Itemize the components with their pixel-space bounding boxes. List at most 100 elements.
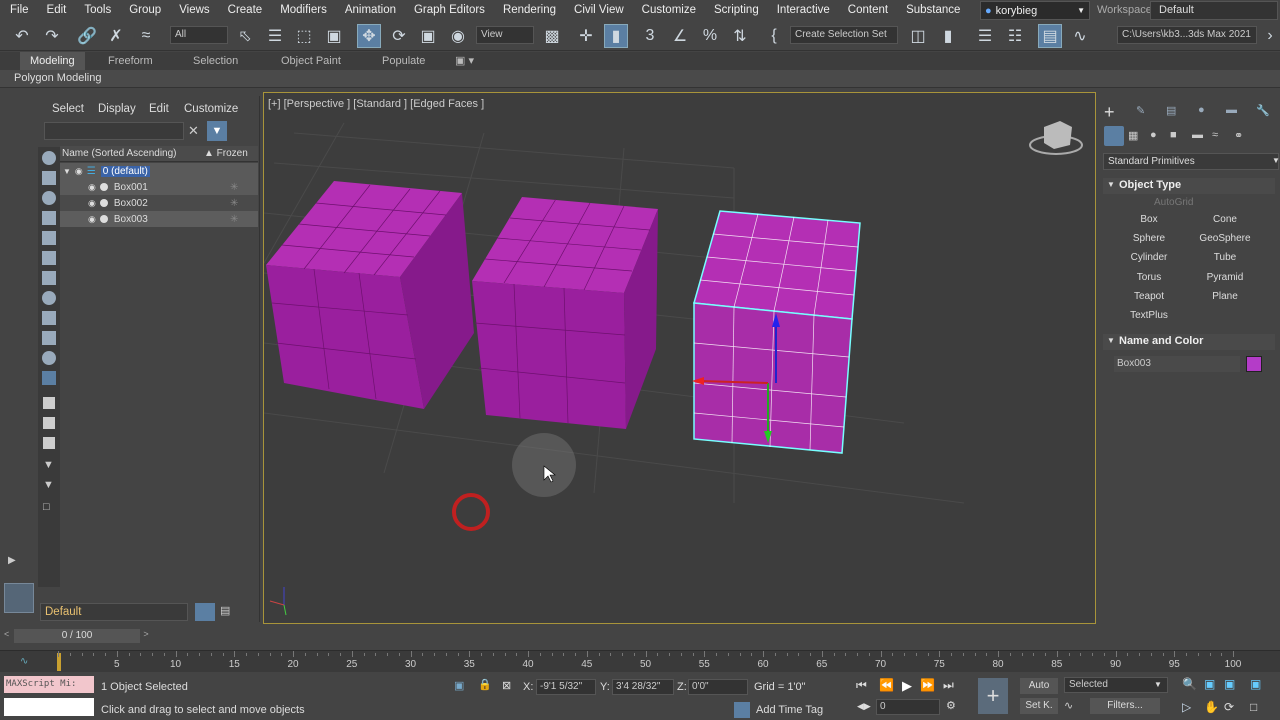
field-of-view-icon[interactable]: ▷ xyxy=(1182,700,1191,714)
display-helpers-icon[interactable] xyxy=(42,271,56,285)
menu-views[interactable]: Views xyxy=(170,0,218,21)
freeze-icon[interactable]: ✳ xyxy=(230,182,238,193)
perspective-viewport[interactable]: [+] [Perspective ] [Standard ] [Edged Fa… xyxy=(263,92,1096,624)
object-type-rollout[interactable]: ▼ Object Type xyxy=(1103,178,1275,194)
viewport-layout-icon[interactable] xyxy=(4,583,34,613)
zoom-icon[interactable]: 🔍 xyxy=(1182,677,1197,691)
helpers-icon[interactable]: ▬ xyxy=(1192,129,1203,141)
menu-animation[interactable]: Animation xyxy=(336,0,405,21)
menu-file[interactable]: File xyxy=(0,0,38,21)
unlink-icon[interactable]: ✗ xyxy=(104,24,128,48)
eye-icon[interactable]: ◉ xyxy=(88,214,96,225)
geometry-icon[interactable] xyxy=(1104,126,1124,146)
zoom-extents-icon[interactable]: ▣ xyxy=(1224,677,1235,691)
teapot-button[interactable]: Teapot xyxy=(1118,289,1180,305)
autogrid-checkbox[interactable]: AutoGrid xyxy=(1154,197,1193,208)
percent-snap-icon[interactable]: % xyxy=(698,24,722,48)
box002[interactable] xyxy=(472,197,658,429)
close-icon[interactable]: ✕ xyxy=(188,123,199,139)
cameras-icon[interactable]: ■ xyxy=(1170,129,1177,141)
add-time-tag[interactable]: Add Time Tag xyxy=(756,704,823,716)
next-frame-icon[interactable]: ⏩ xyxy=(920,678,935,692)
align-icon[interactable]: ▮ xyxy=(936,24,960,48)
lights-icon[interactable]: ● xyxy=(1150,129,1157,141)
object-name-input[interactable]: Box003 xyxy=(1114,356,1240,372)
hidden-icon[interactable] xyxy=(43,417,55,429)
maxscript-input[interactable] xyxy=(4,698,94,716)
mirror-icon[interactable]: ◫ xyxy=(906,24,930,48)
window-crossing-icon[interactable]: ▣ xyxy=(322,24,346,48)
shapes-icon[interactable]: ▦ xyxy=(1128,129,1138,142)
maxscript-listener[interactable]: MAXScript Mi: xyxy=(4,676,94,693)
display-bones-icon[interactable] xyxy=(42,351,56,365)
geosphere-button[interactable]: GeoSphere xyxy=(1194,231,1256,247)
display-shapes-icon[interactable] xyxy=(42,211,56,225)
se-menu-customize[interactable]: Customize xyxy=(184,103,238,115)
menu-create[interactable]: Create xyxy=(219,0,272,21)
frozen-icon[interactable] xyxy=(43,397,55,409)
display-space-warps-icon[interactable] xyxy=(42,291,56,305)
redo-icon[interactable]: ↷ xyxy=(40,24,64,48)
space-warps-icon[interactable]: ≈ xyxy=(1212,129,1218,141)
move-icon[interactable]: ✥ xyxy=(357,24,381,48)
tab-freeform[interactable]: Freeform xyxy=(108,52,153,70)
display-all-icon[interactable] xyxy=(42,171,56,185)
bind-space-warp-icon[interactable]: ≈ xyxy=(134,24,158,48)
cylinder-button[interactable]: Cylinder xyxy=(1118,250,1180,266)
motion-tab-icon[interactable]: ● xyxy=(1198,104,1205,116)
default-in-out-tangents-icon[interactable]: ∿ xyxy=(1064,699,1073,712)
track-bar[interactable]: ∿ 5 10 15 20 25 30 35 40 45 50 55 60 65 70 75 80 85 90 95 1… xyxy=(0,650,1280,672)
explorer-search-input[interactable] xyxy=(44,122,184,140)
snaps-toggle-icon[interactable]: 3 xyxy=(638,24,662,48)
freeze-icon[interactable]: ✳ xyxy=(230,214,238,225)
table-row[interactable]: ◉ Box001 ✳ xyxy=(60,179,258,195)
hierarchy-tab-icon[interactable]: ▤ xyxy=(1166,104,1176,117)
menu-civil-view[interactable]: Civil View xyxy=(565,0,633,21)
workspace-select[interactable]: Default xyxy=(1150,1,1278,20)
plane-button[interactable]: Plane xyxy=(1194,289,1256,305)
time-tag-icon[interactable] xyxy=(734,702,750,718)
se-menu-edit[interactable]: Edit xyxy=(149,103,169,115)
all-objects-icon[interactable] xyxy=(43,437,55,449)
undo-icon[interactable]: ↶ xyxy=(10,24,34,48)
time-slider[interactable]: 0 / 100 xyxy=(14,629,140,643)
display-none-icon[interactable] xyxy=(42,151,56,165)
display-tab-icon[interactable]: ▬ xyxy=(1226,104,1237,116)
time-config-icon[interactable]: ⚙ xyxy=(946,699,956,712)
eye-icon[interactable]: ◉ xyxy=(88,198,96,209)
menu-graph-editors[interactable]: Graph Editors xyxy=(405,0,494,21)
create-tab-icon[interactable]: + xyxy=(1104,102,1115,123)
expand-arrow-icon[interactable]: ▶ xyxy=(8,555,16,566)
display-lights-icon[interactable] xyxy=(42,231,56,245)
tab-populate[interactable]: Populate xyxy=(382,52,425,70)
box-button[interactable]: Box xyxy=(1118,212,1180,228)
maximize-viewport-icon[interactable]: □ xyxy=(1250,700,1257,714)
curve-editor-icon[interactable]: ∿ xyxy=(1068,24,1092,48)
orbit-icon[interactable]: ⟳ xyxy=(1224,700,1234,714)
go-to-start-icon[interactable]: ⏮ xyxy=(856,678,867,693)
keyboard-shortcut-toggle-icon[interactable]: ▮ xyxy=(604,24,628,48)
tube-button[interactable]: Tube xyxy=(1194,250,1256,266)
isolate-selection-icon[interactable]: ▣ xyxy=(454,679,464,692)
name-and-color-rollout[interactable]: ▼ Name and Color xyxy=(1103,334,1275,350)
menu-rendering[interactable]: Rendering xyxy=(494,0,565,21)
select-manipulate-icon[interactable]: ✛ xyxy=(574,24,598,48)
toggle-layer-explorer-icon[interactable]: ☷ xyxy=(1003,24,1027,48)
systems-icon[interactable]: ⚭ xyxy=(1234,129,1243,142)
column-name[interactable]: Name (Sorted Ascending) xyxy=(62,148,177,159)
eye-icon[interactable]: ◉ xyxy=(75,166,83,177)
table-row[interactable]: ◉ Box002 ✳ xyxy=(60,195,258,211)
layer-row[interactable]: ▼ ◉ ☰ 0 (default) xyxy=(60,163,258,179)
menu-scripting[interactable]: Scripting xyxy=(705,0,768,21)
menu-substance[interactable]: Substance xyxy=(897,0,969,21)
set-key-button[interactable]: Set K. xyxy=(1020,698,1058,714)
edit-named-selection-icon[interactable]: { xyxy=(762,24,786,48)
modify-tab-icon[interactable]: ✎ xyxy=(1136,104,1145,117)
time-slider-prev[interactable]: < xyxy=(4,629,14,643)
current-frame-input[interactable]: 0 xyxy=(876,699,940,715)
x-coordinate-input[interactable]: -9'1 5/32" xyxy=(536,679,596,695)
go-to-end-icon[interactable]: ⏭ xyxy=(943,678,954,693)
funnel-icon[interactable]: ▼ xyxy=(43,459,54,471)
menu-interactive[interactable]: Interactive xyxy=(768,0,839,21)
tab-selection[interactable]: Selection xyxy=(193,52,238,70)
